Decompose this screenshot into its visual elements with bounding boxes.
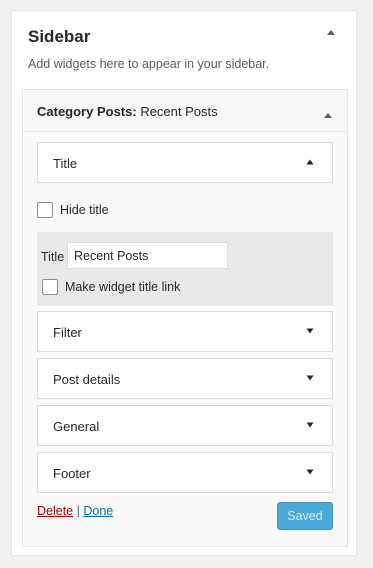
section-general-label: General [53,419,100,434]
title-field-label: Title [41,250,65,264]
triangle-down-icon [306,469,314,475]
section-filter-label: Filter [53,325,82,340]
make-title-link-label: Make widget title link [65,280,181,294]
section-post-details-label: Post details [53,372,121,387]
widget-title-sub: Recent Posts [136,104,218,119]
triangle-up-icon[interactable] [323,106,333,124]
action-separator: | [76,504,80,518]
title-field-area: Title Make widget title link [37,232,333,306]
delete-link[interactable]: Delete [37,504,73,518]
triangle-down-icon [306,422,314,428]
section-footer-label: Footer [53,466,91,481]
done-link[interactable]: Done [83,504,113,518]
sidebar-title: Sidebar [28,27,91,46]
triangle-up-icon[interactable] [326,29,340,43]
sidebar-header[interactable]: Sidebar [12,11,356,63]
make-title-link-checkbox[interactable] [42,279,58,295]
triangle-up-icon [306,159,314,165]
widget-title-main: Category Posts: [37,104,137,119]
title-input[interactable] [67,242,228,269]
widget-header[interactable]: Category Posts: Recent Posts [23,90,347,132]
widget-actions: Delete | Done [37,504,113,518]
section-general[interactable]: General [37,405,333,446]
triangle-down-icon [306,375,314,381]
section-title-label: Title [53,156,78,171]
sidebar-description: Add widgets here to appear in your sideb… [28,57,270,71]
saved-button[interactable]: Saved [277,502,333,530]
widget-title: Category Posts: Recent Posts [37,104,218,119]
hide-title-label: Hide title [60,203,109,217]
section-post-details[interactable]: Post details [37,358,333,399]
section-footer[interactable]: Footer [37,452,333,493]
section-filter[interactable]: Filter [37,311,333,352]
triangle-down-icon [306,328,314,334]
section-title[interactable]: Title [37,142,333,183]
hide-title-checkbox[interactable] [37,202,53,218]
